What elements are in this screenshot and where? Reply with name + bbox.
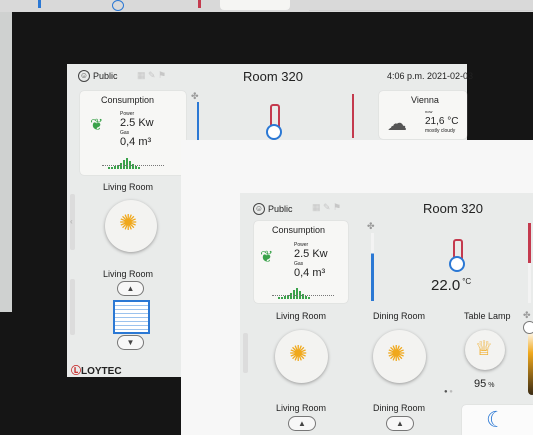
loytec-logo-mark: Ⓛ (71, 366, 81, 377)
temperature-value: 22.0 °C (431, 277, 471, 294)
thermometer-bulb (266, 124, 282, 140)
blind-icon[interactable] (113, 300, 150, 334)
fan-icon-small: ✤ (523, 310, 531, 320)
bottom-label-living-room: Living Room (276, 403, 327, 413)
leaf-icon: ❦ (260, 249, 274, 266)
night-mode-button[interactable]: ☾ (462, 405, 533, 435)
gas-value: 0,4 m³ (294, 267, 326, 279)
weather-card[interactable]: Vienna ☁ now 21,6 °C mostly cloudy (379, 91, 467, 139)
living-room-label-2: Living Room (103, 269, 154, 279)
status-icons: ▦ ✎ ⚑ (312, 202, 342, 212)
cloud-icon: ☁ (387, 113, 407, 135)
consumption-histogram (108, 151, 141, 169)
front-panel: ☺ Public ▦ ✎ ⚑ Room 320 Consumption ❦ Po… (240, 193, 533, 435)
lightbulb-icon: ✺ (119, 210, 138, 235)
room-title: Room 320 (423, 201, 483, 216)
table-lamp-dim-value: 95% (474, 378, 494, 390)
power-value: 2.5 Kw (294, 248, 328, 260)
living-room-light-button[interactable]: ✺ (275, 330, 328, 383)
consumption-title: Consumption (101, 95, 155, 105)
tile-label-living-room: Living Room (276, 311, 327, 321)
brand-name: LOYTEC (81, 366, 122, 377)
consumption-histogram (278, 281, 311, 299)
leaf-icon: ❦ (90, 117, 104, 134)
blue-slider-fragment (38, 0, 41, 8)
loytec-logo: ⓁLOYTEC (71, 362, 122, 377)
side-arrow-left[interactable]: ‹ (70, 194, 75, 250)
status-icons: ▦ ✎ ⚑ (137, 70, 167, 80)
side-fragment (0, 12, 12, 312)
lightbulb-icon: ✺ (289, 341, 308, 366)
tile-label-table-lamp: Table Lamp (464, 311, 511, 321)
consumption-title: Consumption (272, 225, 326, 235)
setpoint-slider[interactable] (352, 94, 354, 138)
temperature-number: 22.0 (431, 277, 461, 294)
humidity-slider[interactable] (371, 233, 374, 301)
room-title: Room 320 (243, 69, 303, 84)
window-outline (309, 10, 533, 11)
setpoint-slider[interactable] (528, 223, 531, 303)
weather-condition: mostly cloudy (425, 128, 456, 134)
user-icon[interactable]: ☺ (78, 70, 90, 82)
bottom-label-dining-room: Dining Room (373, 403, 426, 413)
dim-value-unit: % (488, 382, 495, 389)
public-label: Public (93, 71, 118, 81)
weather-temperature: 21,6 °C (425, 116, 459, 127)
tile-label-dining-room: Dining Room (373, 311, 426, 321)
blind-up-button[interactable]: ▲ (117, 281, 144, 296)
table-lamp-button[interactable]: ♕ (465, 330, 505, 370)
dim-slider-knob[interactable] (523, 321, 533, 334)
dining-room-blind-up-button[interactable]: ▲ (386, 416, 414, 431)
gas-value: 0,4 m³ (120, 136, 152, 148)
cloud-fragment (220, 0, 290, 10)
living-room-label-1: Living Room (103, 182, 154, 192)
consumption-card[interactable]: Consumption ❦ Power 2.5 Kw Gas 0,4 m³ (254, 221, 348, 303)
red-slider-fragment (198, 0, 201, 8)
living-room-light-button[interactable]: ✺ (105, 200, 157, 252)
dim-value-number: 95 (474, 378, 487, 390)
blind-down-button[interactable]: ▼ (117, 335, 144, 350)
lamp-icon: ♕ (475, 338, 493, 360)
date: 2021-02-03 (427, 71, 474, 81)
side-arrow-left[interactable] (243, 333, 248, 373)
living-room-blind-up-button[interactable]: ▲ (288, 416, 316, 431)
fan-icon: ✤ (191, 91, 199, 101)
weather-now-label: now (425, 109, 433, 114)
side-arrow-left-2[interactable] (70, 279, 75, 335)
lightbulb-icon: ✺ (387, 341, 406, 366)
thermometer-bulb (449, 256, 465, 272)
public-label: Public (268, 204, 293, 214)
time: 4:06 p.m. (387, 71, 425, 81)
histogram-axis (272, 295, 334, 298)
fan-icon: ✤ (367, 221, 375, 231)
consumption-card[interactable]: Consumption ❦ Power 2.5 Kw Gas 0,4 m³ (80, 91, 186, 175)
page-indicator[interactable]: ● ● (444, 389, 453, 395)
thermometer-fragment (112, 0, 124, 11)
dim-slider[interactable] (528, 325, 533, 395)
humidity-slider[interactable] (197, 102, 199, 140)
weather-city: Vienna (411, 95, 439, 105)
temperature-unit: °C (462, 277, 472, 286)
moon-icon: ☾ (486, 407, 506, 432)
user-icon[interactable]: ☺ (253, 203, 265, 215)
histogram-axis (102, 165, 164, 168)
power-value: 2.5 Kw (120, 117, 154, 129)
dining-room-light-button[interactable]: ✺ (373, 330, 426, 383)
